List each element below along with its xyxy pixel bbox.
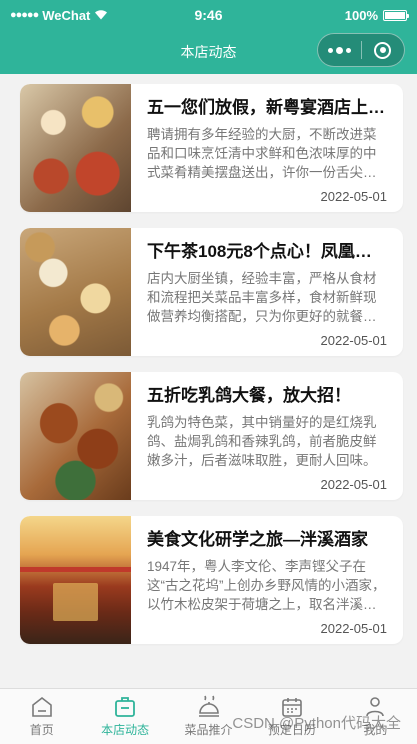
article-thumbnail xyxy=(20,372,131,500)
tab-label: 我的 xyxy=(363,723,388,737)
status-bar: ●●●●● WeChat 9:46 100% xyxy=(0,0,417,30)
mini-program-capsule xyxy=(317,33,405,67)
article-title: 五一您们放假，新粤宴酒店上新！ xyxy=(147,98,387,117)
more-dot-icon xyxy=(346,47,351,53)
article-card[interactable]: 美食文化研学之旅—泮溪酒家 1947年，粤人李文伦、李声铿父子在这“古之花坞”上… xyxy=(20,516,403,644)
article-card[interactable]: 五一您们放假，新粤宴酒店上新！ 聘请拥有多年经验的大厨，不断改进菜品和口味烹饪清… xyxy=(20,84,403,212)
briefcase-icon xyxy=(115,697,136,717)
tab-dishes[interactable]: 菜品推介 xyxy=(167,689,250,744)
article-card[interactable]: 下午茶108元8个点心！凤凰大酒店 店内大厨坐镇，经验丰富，严格从食材和流程把关… xyxy=(20,228,403,356)
article-thumbnail xyxy=(20,84,131,212)
tab-home[interactable]: 首页 xyxy=(0,689,83,744)
page-title: 本店动态 xyxy=(180,44,237,60)
article-date: 2022-05-01 xyxy=(320,189,388,204)
battery-icon xyxy=(383,9,409,21)
battery-fill xyxy=(385,11,405,19)
person-icon xyxy=(366,697,385,717)
article-title: 下午茶108元8个点心！凤凰大酒店 xyxy=(147,242,387,261)
close-button[interactable] xyxy=(362,34,404,66)
tab-store-news[interactable]: 本店动态 xyxy=(83,689,166,744)
tab-label: 预定日历 xyxy=(267,723,316,737)
battery-group: 100% xyxy=(344,7,409,23)
tab-label: 首页 xyxy=(29,723,54,737)
more-dot-icon xyxy=(328,47,333,53)
article-thumbnail xyxy=(20,516,131,644)
article-description: 乳鸽为特色菜，其中销量好的是红烧乳鸽、盐焗乳鸽和香辣乳鸽，前者脆皮鲜嫩多汁，后者… xyxy=(147,415,377,468)
dish-cover-icon xyxy=(198,695,219,717)
nav-bar: 本店动态 xyxy=(0,30,417,74)
home-icon xyxy=(31,696,52,717)
signal-icon: ●●●●● xyxy=(10,9,39,21)
carrier-name: WeChat xyxy=(42,7,91,23)
carrier-group: ●●●●● WeChat xyxy=(10,8,108,23)
wifi-icon xyxy=(94,8,108,23)
tab-label: 菜品推介 xyxy=(184,723,233,737)
article-description: 聘请拥有多年经验的大厨，不断改进菜品和口味烹饪清中求鲜和色浓味厚的中式菜肴精美摆… xyxy=(147,127,377,180)
target-icon xyxy=(374,41,392,59)
article-description: 1947年，粤人李文伦、李声铿父子在这“古之花坞”上创办乡野风情的小酒家，以竹木… xyxy=(147,559,386,612)
article-card[interactable]: 五折吃乳鸽大餐，放大招！ 乳鸽为特色菜，其中销量好的是红烧乳鸽、盐焗乳鸽和香辣乳… xyxy=(20,372,403,500)
more-dot-icon xyxy=(336,46,343,54)
battery-percent: 100% xyxy=(344,7,378,23)
tab-mine[interactable]: 我的 xyxy=(334,689,417,744)
article-title: 五折吃乳鸽大餐，放大招！ xyxy=(147,386,351,405)
article-list: 五一您们放假，新粤宴酒店上新！ 聘请拥有多年经验的大厨，不断改进菜品和口味烹饪清… xyxy=(0,74,417,688)
article-title: 美食文化研学之旅—泮溪酒家 xyxy=(147,530,368,549)
tab-bar: 首页 本店动态 菜品推介 预定日历 我的 xyxy=(0,688,417,744)
article-date: 2022-05-01 xyxy=(320,477,388,492)
tab-label: 本店动态 xyxy=(101,723,150,737)
calendar-icon xyxy=(282,698,302,717)
article-description: 店内大厨坐镇，经验丰富，严格从食材和流程把关菜品丰富多样，食材新鲜现做营养均衡搭… xyxy=(147,271,377,324)
article-date: 2022-05-01 xyxy=(320,333,388,348)
article-date: 2022-05-01 xyxy=(320,621,388,636)
more-button[interactable] xyxy=(318,34,361,66)
tab-calendar[interactable]: 预定日历 xyxy=(250,689,333,744)
article-thumbnail xyxy=(20,228,131,356)
